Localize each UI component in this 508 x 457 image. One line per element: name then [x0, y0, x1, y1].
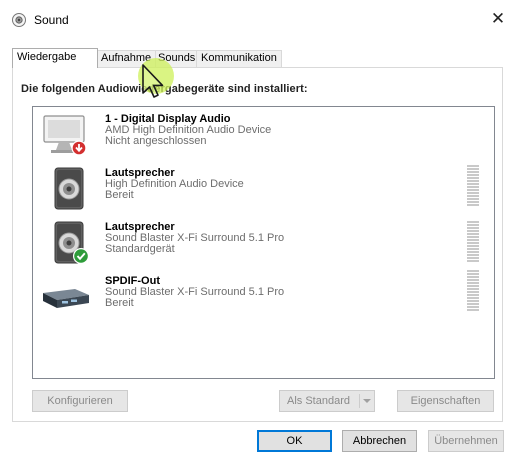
- ok-button[interactable]: OK: [257, 430, 332, 452]
- set-default-label: Als Standard: [287, 395, 350, 407]
- level-meter: [467, 165, 479, 207]
- level-meter: [467, 221, 479, 263]
- level-meter: [467, 270, 479, 312]
- cancel-button[interactable]: Abbrechen: [342, 430, 417, 452]
- device-state: Nicht angeschlossen: [105, 135, 207, 147]
- device-state: Bereit: [105, 297, 134, 309]
- list-item[interactable]: SPDIF-Out Sound Blaster X-Fi Surround 5.…: [33, 270, 494, 327]
- playback-device-list[interactable]: 1 - Digital Display Audio AMD High Defin…: [32, 106, 495, 379]
- speaker-icon: [54, 167, 84, 210]
- chevron-down-icon[interactable]: [363, 399, 371, 403]
- mouse-pointer-icon: [142, 64, 164, 98]
- spdif-device-icon: [43, 289, 89, 308]
- list-item[interactable]: Lautsprecher Sound Blaster X-Fi Surround…: [33, 221, 494, 273]
- window-title: Sound: [34, 13, 69, 27]
- list-item[interactable]: Lautsprecher High Definition Audio Devic…: [33, 165, 494, 219]
- device-state: Bereit: [105, 189, 134, 201]
- apply-button[interactable]: Übernehmen: [428, 430, 504, 452]
- title-bar: Sound ✕: [0, 0, 508, 40]
- configure-button[interactable]: Konfigurieren: [32, 390, 128, 412]
- sound-speaker-icon: [12, 13, 26, 27]
- tab-wiedergabe[interactable]: Wiedergabe: [12, 48, 98, 68]
- speaker-icon: [54, 221, 89, 264]
- close-button[interactable]: ✕: [488, 9, 508, 29]
- device-state: Standardgerät: [105, 243, 175, 255]
- split-divider: [359, 394, 360, 408]
- monitor-icon: [43, 115, 87, 156]
- list-item[interactable]: 1 - Digital Display Audio AMD High Defin…: [33, 113, 494, 165]
- tab-kommunikation[interactable]: Kommunikation: [196, 50, 282, 67]
- set-default-button[interactable]: Als Standard: [279, 390, 375, 412]
- properties-button[interactable]: Eigenschaften: [397, 390, 494, 412]
